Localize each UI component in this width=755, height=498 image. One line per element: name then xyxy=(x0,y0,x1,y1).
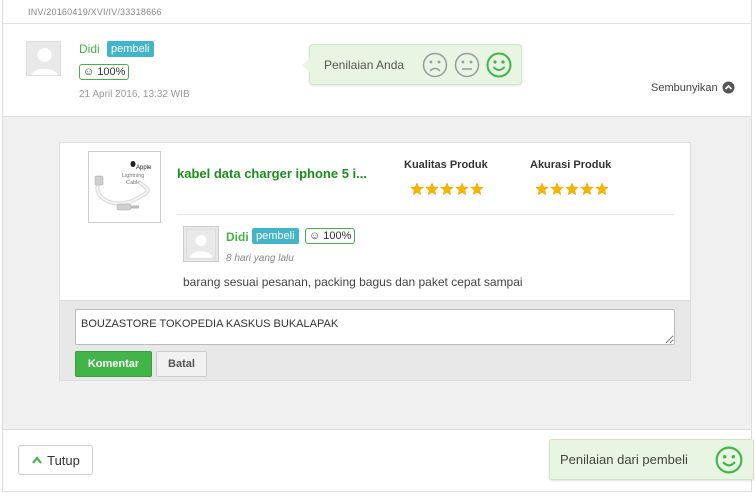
your-rating-popup: Penilaian Anda xyxy=(302,44,522,85)
cancel-button[interactable]: Batal xyxy=(156,351,207,377)
chevron-up-icon xyxy=(722,81,735,94)
accuracy-stars xyxy=(535,182,609,196)
product-name-link[interactable]: kabel data charger iphone 5 i... xyxy=(177,166,367,181)
star-icon xyxy=(455,182,469,196)
star-icon xyxy=(535,182,549,196)
user-silhouette-icon xyxy=(187,230,215,258)
reputation-badge[interactable]: ☺ 100% xyxy=(79,64,130,80)
your-rating-label: Penilaian Anda xyxy=(324,58,405,72)
reputation-value: 100% xyxy=(97,66,126,78)
star-icon xyxy=(565,182,579,196)
star-icon xyxy=(440,182,454,196)
star-icon xyxy=(425,182,439,196)
product-image[interactable]: Apple Lightning Cable xyxy=(88,151,161,223)
smile-icon: ☺ xyxy=(83,66,95,78)
buyer-rating-box: Penilaian dari pembeli xyxy=(549,439,754,480)
close-button[interactable]: Tutup xyxy=(18,445,93,475)
close-label: Tutup xyxy=(47,452,80,468)
image-text-apple: Apple xyxy=(136,165,152,171)
star-icon xyxy=(410,182,424,196)
chevron-up-icon xyxy=(32,456,42,464)
avatar-frame xyxy=(186,229,216,259)
cable-image: Apple Lightning Cable xyxy=(89,152,160,222)
hide-label: Sembunyikan xyxy=(651,81,718,94)
star-icon xyxy=(595,182,609,196)
role-badge: pembeli xyxy=(252,228,299,244)
reputation-value: 100% xyxy=(323,230,352,242)
comment-input[interactable]: BOUZASTORE TOKOPEDIA KASKUS BUKALAPAK xyxy=(75,309,675,345)
star-icon xyxy=(550,182,564,196)
hide-toggle[interactable]: Sembunyikan xyxy=(651,81,735,94)
seller-name-link[interactable]: Didi xyxy=(79,42,100,56)
quality-stars xyxy=(410,182,484,196)
reviewer-avatar[interactable] xyxy=(183,226,219,262)
submit-comment-button[interactable]: Komentar xyxy=(75,351,152,377)
smile-face-icon[interactable] xyxy=(486,52,512,78)
star-icon xyxy=(580,182,594,196)
review-text: barang sesuai pesanan, packing bagus dan… xyxy=(183,275,523,289)
user-silhouette-icon xyxy=(27,42,60,75)
sad-face-icon[interactable] xyxy=(422,52,448,78)
neutral-face-icon[interactable] xyxy=(454,52,480,78)
smile-icon: ☺ xyxy=(309,230,321,242)
star-icon xyxy=(470,182,484,196)
accuracy-title: Akurasi Produk xyxy=(530,159,612,171)
reviewer-name-link[interactable]: Didi xyxy=(226,230,249,244)
buyer-rating-label: Penilaian dari pembeli xyxy=(560,452,688,467)
review-time: 8 hari yang lalu xyxy=(226,253,294,264)
divider xyxy=(177,214,674,215)
avatar[interactable] xyxy=(26,41,61,76)
image-text-lightning: Lightning xyxy=(122,173,144,179)
invoice-number: INV/20160419/XVI/IV/33318666 xyxy=(28,7,162,17)
role-badge: pembeli xyxy=(107,41,154,57)
review-date: 21 April 2016, 13:32 WIB xyxy=(79,89,190,100)
smile-face-icon xyxy=(715,446,743,474)
reputation-badge[interactable]: ☺ 100% xyxy=(305,228,356,244)
quality-title: Kualitas Produk xyxy=(404,159,488,171)
